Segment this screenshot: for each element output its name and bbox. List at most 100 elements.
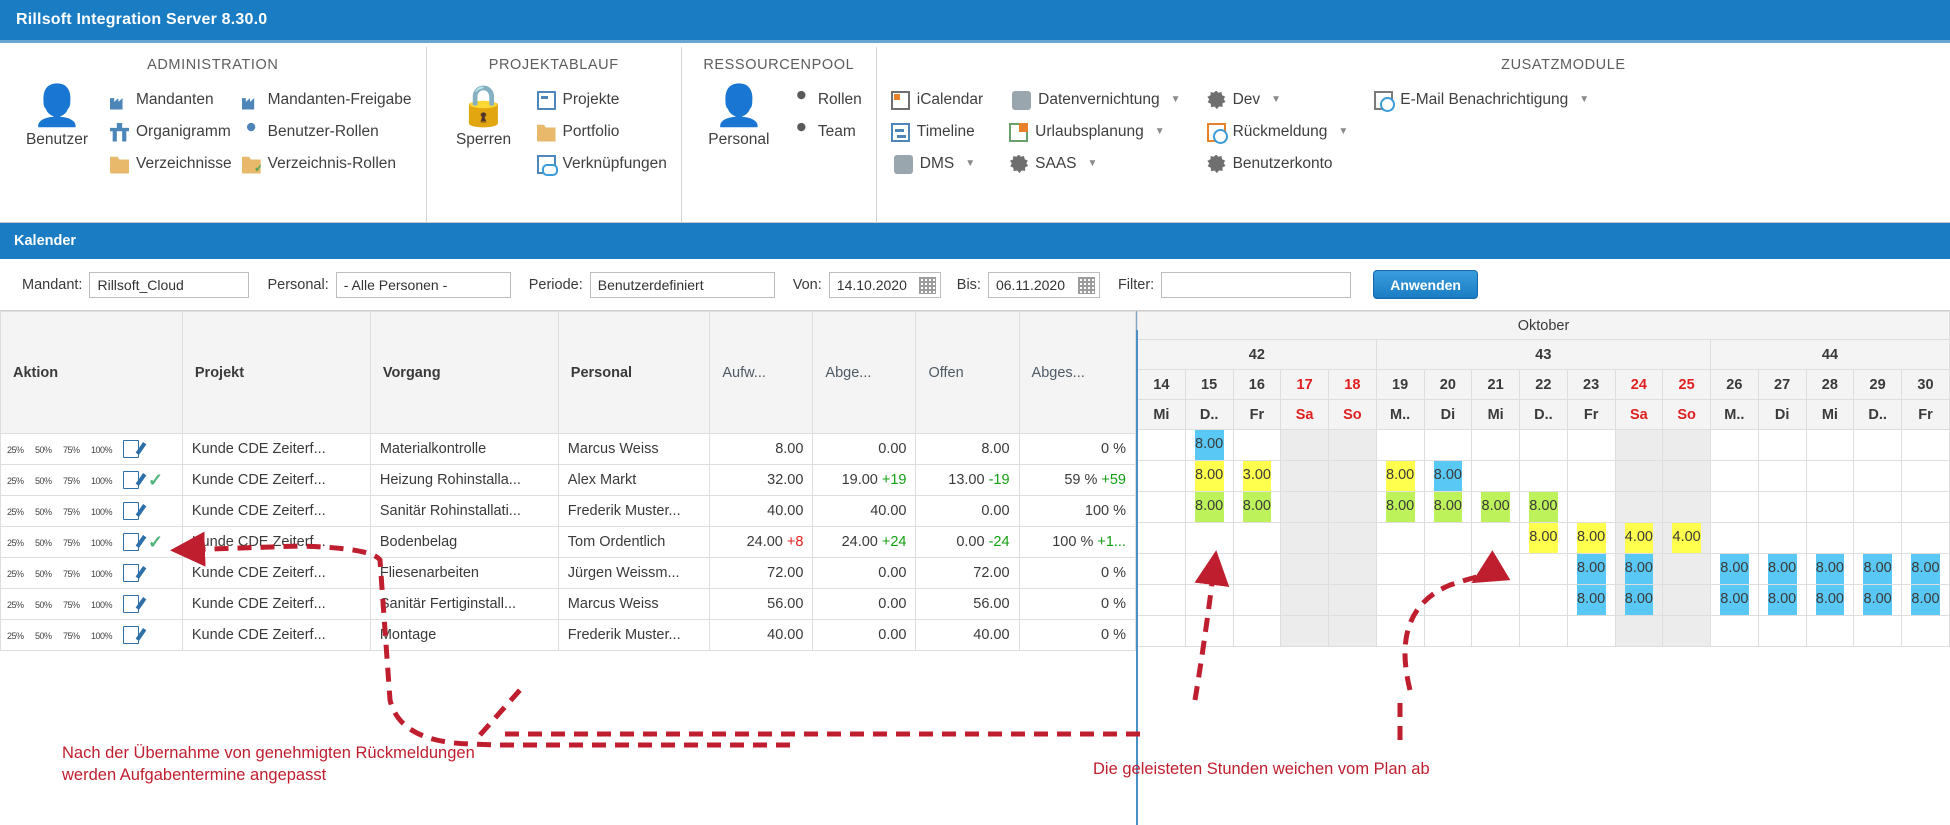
- ribbon-item-urlaubsplanung[interactable]: Urlaubsplanung ▼: [1009, 119, 1180, 145]
- timeline-cell[interactable]: 8.00: [1805, 584, 1855, 616]
- bis-date-input[interactable]: 06.11.2020: [987, 271, 1100, 298]
- timeline-cell[interactable]: [1471, 553, 1520, 585]
- ribbon-item-verzeichnisse[interactable]: Verzeichnisse: [110, 151, 232, 177]
- timeline-cell[interactable]: [1280, 429, 1329, 461]
- progress-button-25[interactable]: 25%: [7, 627, 32, 643]
- timeline-cell[interactable]: 4.00: [1662, 522, 1711, 554]
- timeline-cell[interactable]: [1280, 553, 1329, 585]
- ribbon-item-email-benachrichtigung[interactable]: E-Mail Benachrichtigung ▼: [1374, 87, 1589, 113]
- progress-button-75[interactable]: 75%: [63, 472, 88, 488]
- timeline-cell[interactable]: [1232, 615, 1282, 647]
- progress-button-100[interactable]: 100%: [91, 503, 116, 519]
- table-row[interactable]: 25% 50% 75% 100% Kunde CDE Zeiterf... Montage…: [0, 619, 1137, 651]
- progress-button-50[interactable]: 50%: [35, 565, 60, 581]
- cell-aktion[interactable]: 25% 50% 75% 100%: [0, 619, 183, 651]
- timeline-cell[interactable]: [1710, 429, 1759, 461]
- cell-aktion[interactable]: 25% 50% 75% 100% ✓: [0, 464, 183, 496]
- column-header-offen[interactable]: Offen: [915, 311, 1020, 434]
- edit-icon[interactable]: [123, 626, 139, 644]
- timeline-cell[interactable]: [1805, 429, 1855, 461]
- chevron-down-icon[interactable]: ▼: [1579, 89, 1589, 111]
- progress-button-50[interactable]: 50%: [35, 627, 60, 643]
- progress-button-25[interactable]: 25%: [7, 441, 32, 457]
- progress-button-50[interactable]: 50%: [35, 596, 60, 612]
- ribbon-item-icalendar[interactable]: iCalendar: [890, 87, 983, 113]
- timeline-cell[interactable]: 3.00: [1232, 460, 1282, 492]
- ribbon-item-benutzer-rollen[interactable]: Benutzer-Rollen: [242, 119, 412, 145]
- timeline-cell[interactable]: [1662, 553, 1711, 585]
- timeline-cell[interactable]: 8.00: [1423, 491, 1473, 523]
- timeline-cell[interactable]: [1566, 491, 1616, 523]
- table-row[interactable]: 25% 50% 75% 100% Kunde CDE Zeiterf... Materia…: [0, 433, 1137, 465]
- table-row[interactable]: 25% 50% 75% 100% Kunde CDE Zeiterf... Fliesen…: [0, 557, 1137, 589]
- timeline-cell[interactable]: [1757, 460, 1807, 492]
- edit-icon[interactable]: [123, 533, 139, 551]
- timeline-cell[interactable]: [1184, 615, 1234, 647]
- timeline-cell[interactable]: [1662, 429, 1711, 461]
- von-date-input[interactable]: 14.10.2020: [828, 271, 941, 298]
- timeline-cell[interactable]: [1232, 584, 1282, 616]
- timeline-cell[interactable]: [1805, 522, 1855, 554]
- progress-button-100[interactable]: 100%: [91, 441, 116, 457]
- timeline-cell[interactable]: [1471, 615, 1520, 647]
- timeline-cell[interactable]: [1375, 522, 1425, 554]
- timeline-cell[interactable]: [1566, 460, 1616, 492]
- timeline-cell[interactable]: [1137, 553, 1186, 585]
- timeline-cell[interactable]: 8.00: [1519, 522, 1568, 554]
- timeline-cell[interactable]: 8.00: [1566, 522, 1616, 554]
- timeline-cell[interactable]: [1757, 522, 1807, 554]
- ribbon-item-timeline[interactable]: Timeline: [890, 119, 983, 145]
- timeline-cell[interactable]: [1519, 553, 1568, 585]
- progress-button-50[interactable]: 50%: [35, 503, 60, 519]
- timeline-cell[interactable]: [1375, 615, 1425, 647]
- timeline-cell[interactable]: 8.00: [1184, 460, 1234, 492]
- timeline-cell[interactable]: 8.00: [1901, 584, 1950, 616]
- timeline-cell[interactable]: 8.00: [1423, 460, 1473, 492]
- timeline-cell[interactable]: [1662, 460, 1711, 492]
- progress-button-75[interactable]: 75%: [63, 565, 88, 581]
- column-header-aufwand[interactable]: Aufw...: [709, 311, 814, 434]
- timeline-cell[interactable]: [1710, 491, 1759, 523]
- progress-button-25[interactable]: 25%: [7, 472, 32, 488]
- timeline-cell[interactable]: [1375, 429, 1425, 461]
- timeline-cell[interactable]: [1137, 491, 1186, 523]
- calendar-icon[interactable]: [918, 276, 936, 294]
- timeline-cell[interactable]: [1710, 522, 1759, 554]
- timeline-cell[interactable]: [1805, 615, 1855, 647]
- timeline-cell[interactable]: 8.00: [1805, 553, 1855, 585]
- timeline-cell[interactable]: [1375, 553, 1425, 585]
- ribbon-item-organigramm[interactable]: Organigramm: [110, 119, 232, 145]
- ribbon-item-mandanten-freigabe[interactable]: Mandanten-Freigabe: [241, 87, 412, 113]
- timeline-cell[interactable]: [1471, 584, 1520, 616]
- ribbon-item-verknuepfungen[interactable]: Verknüpfungen: [536, 151, 667, 177]
- timeline-cell[interactable]: [1805, 460, 1855, 492]
- timeline-cell[interactable]: 8.00: [1471, 491, 1520, 523]
- column-header-personal[interactable]: Personal: [557, 311, 711, 434]
- cell-aktion[interactable]: 25% 50% 75% 100%: [0, 433, 183, 465]
- column-header-abgeschlossen[interactable]: Abges...: [1018, 311, 1137, 434]
- timeline-cell[interactable]: [1280, 584, 1329, 616]
- ribbon-item-rueckmeldung[interactable]: Rückmeldung ▼: [1206, 119, 1348, 145]
- timeline-cell[interactable]: [1184, 522, 1234, 554]
- calendar-icon[interactable]: [1077, 276, 1095, 294]
- edit-icon[interactable]: [123, 595, 139, 613]
- timeline-cell[interactable]: [1853, 615, 1902, 647]
- timeline-cell[interactable]: 8.00: [1519, 491, 1568, 523]
- ribbon-item-datenvernichtung[interactable]: Datenvernichtung ▼: [1009, 87, 1181, 113]
- timeline-cell[interactable]: [1901, 429, 1950, 461]
- edit-icon[interactable]: [123, 502, 139, 520]
- timeline-cell[interactable]: [1757, 429, 1807, 461]
- timeline-cell[interactable]: [1853, 522, 1902, 554]
- chevron-down-icon[interactable]: ▼: [1088, 153, 1098, 175]
- timeline-cell[interactable]: [1566, 429, 1616, 461]
- timeline-cell[interactable]: [1471, 460, 1520, 492]
- timeline-cell[interactable]: [1280, 460, 1329, 492]
- timeline-cell[interactable]: [1328, 522, 1377, 554]
- chevron-down-icon[interactable]: ▼: [1271, 89, 1281, 111]
- timeline-cell[interactable]: [1566, 615, 1616, 647]
- timeline-cell[interactable]: [1328, 553, 1377, 585]
- timeline-cell[interactable]: [1662, 615, 1711, 647]
- progress-button-100[interactable]: 100%: [91, 472, 116, 488]
- timeline-cell[interactable]: [1328, 460, 1377, 492]
- ribbon-item-rollen[interactable]: Rollen: [792, 87, 862, 113]
